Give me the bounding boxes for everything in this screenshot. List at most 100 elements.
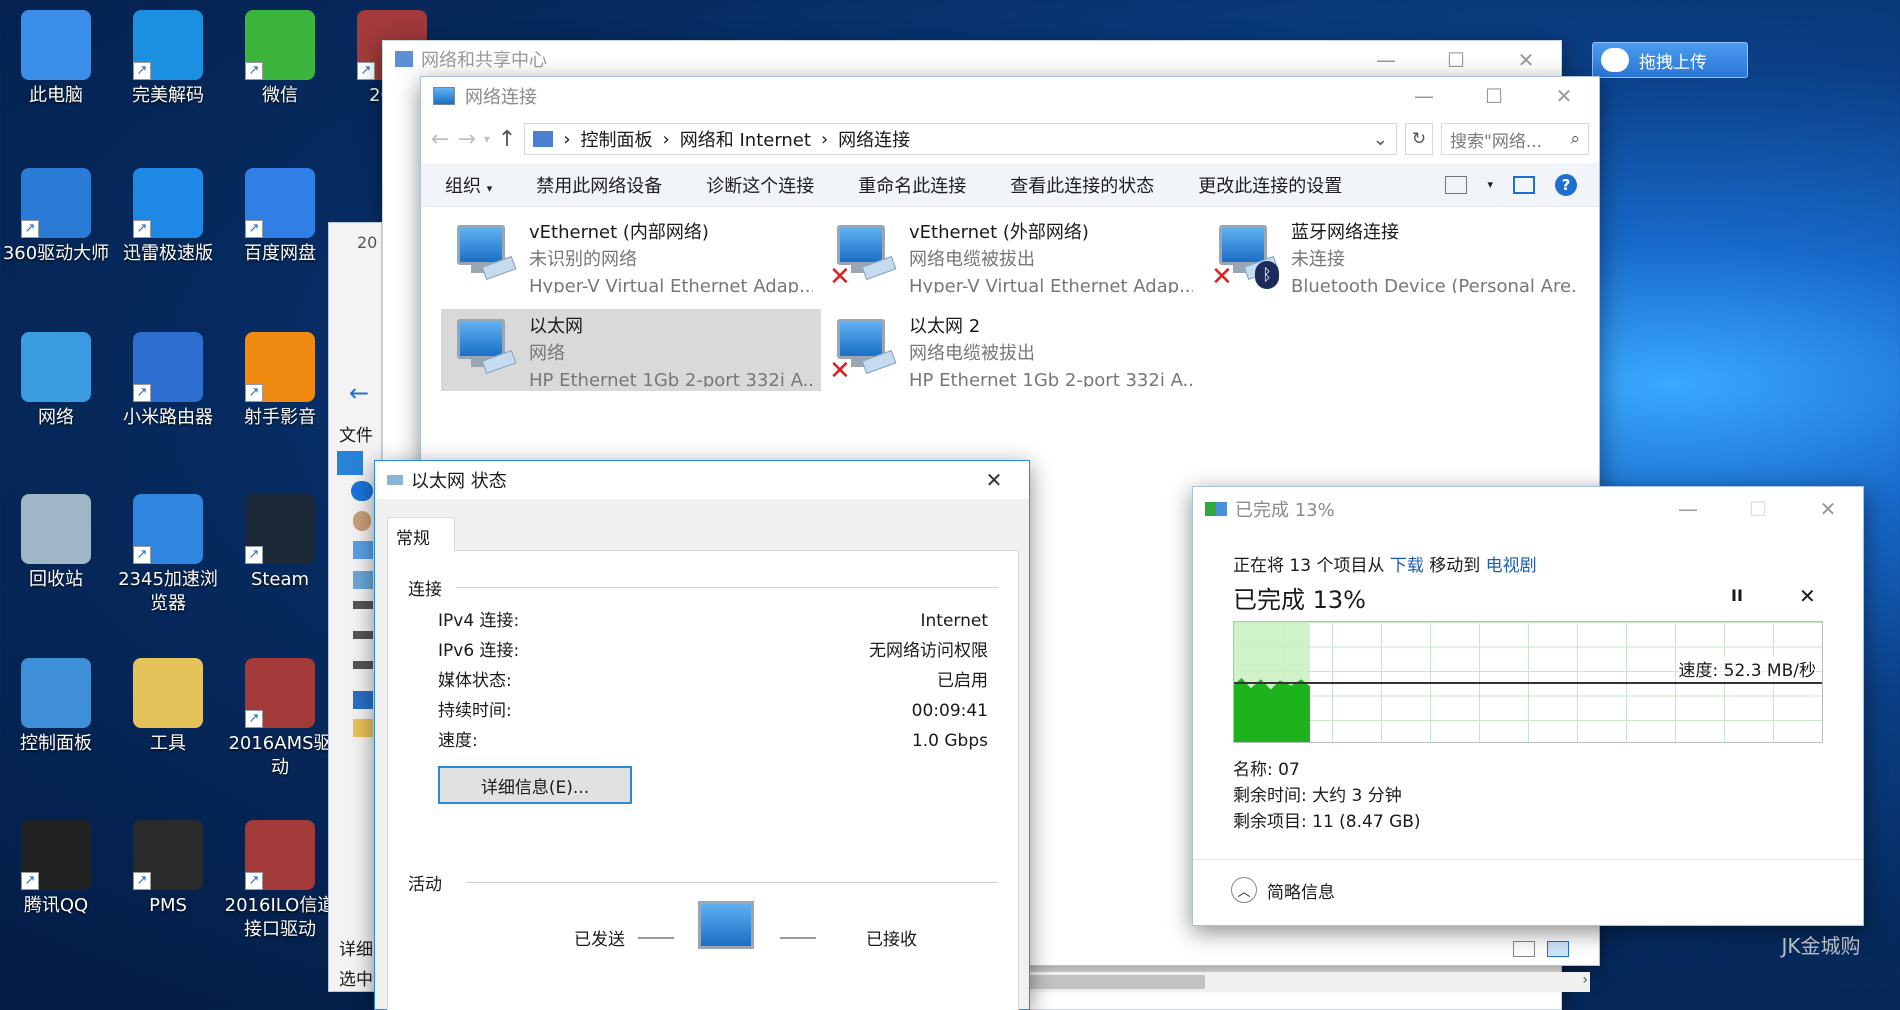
desktop-icon-winrar[interactable]: ↗ 2016ILO信道接口驱动: [224, 820, 336, 942]
status-row-label: IPv4 连接:: [438, 611, 520, 631]
diagnose-connection-button[interactable]: 诊断这个连接: [706, 172, 814, 198]
address-dropdown-chevron-icon[interactable]: ⌄: [1373, 129, 1388, 150]
connection-item[interactable]: vEthernet (内部网络) 未识别的网络 Hyper-V Virtual Et…: [441, 215, 821, 297]
selected-items-label: 选中: [339, 970, 373, 990]
back-arrow-icon[interactable]: ←: [431, 127, 449, 152]
drag-upload-button[interactable]: 拖拽上传: [1592, 42, 1748, 78]
desktop-icon-control-panel[interactable]: 控制面板: [0, 658, 112, 756]
maximize-button[interactable]: ☐: [1459, 77, 1529, 115]
help-icon[interactable]: ?: [1555, 173, 1577, 196]
speed-line: [1234, 682, 1822, 684]
folder-icon[interactable]: [353, 719, 373, 737]
activity-section-label: 活动: [408, 875, 442, 895]
close-button[interactable]: ✕: [1491, 41, 1561, 79]
close-button[interactable]: ✕: [959, 461, 1029, 499]
tab-general[interactable]: 常规: [387, 517, 455, 551]
connection-item[interactable]: 以太网 网络 HP Ethernet 1Gb 2-port 332i A...: [441, 309, 821, 391]
connection-name: 蓝牙网络连接: [1291, 222, 1399, 243]
preview-pane-icon[interactable]: [1513, 175, 1535, 194]
connection-item[interactable]: ✕ vEthernet (外部网络) 网络电缆被拔出 Hyper-V Virtual …: [821, 215, 1201, 297]
folder-icon: [133, 658, 203, 728]
chevron-down-icon[interactable]: ▾: [1487, 178, 1493, 191]
received-label: 已接收: [866, 930, 917, 950]
pause-icon[interactable]: II: [1731, 586, 1743, 605]
organize-menu[interactable]: 组织 ▾: [445, 172, 492, 198]
address-bar[interactable]: › 控制面板 › 网络和 Internet › 网络连接 ⌄: [524, 123, 1397, 155]
connection-item[interactable]: ✕ ᛒ 蓝牙网络连接 未连接 Bluetooth Device (Personal Ar…: [1203, 215, 1583, 297]
desktop-icon-label: 小米路由器: [123, 407, 213, 428]
maximize-button[interactable]: ☐: [1723, 487, 1793, 531]
network-icon[interactable]: [353, 691, 373, 709]
drive-icon[interactable]: [353, 631, 373, 639]
libraries-icon[interactable]: [353, 571, 373, 589]
network-icon: [395, 51, 413, 67]
scrollbar-thumb[interactable]: [1030, 975, 1205, 989]
minimize-button[interactable]: —: [1351, 41, 1421, 79]
desktop-icon-wechat[interactable]: ↗ 微信: [224, 10, 336, 108]
forward-arrow-icon[interactable]: →: [457, 127, 475, 152]
status-row-value: 00:09:41: [911, 701, 988, 721]
file-menu[interactable]: 文件: [339, 421, 373, 446]
desktop-icon-wifi-router[interactable]: ↗ 小米路由器: [112, 332, 224, 430]
desktop-icon-shooter-player[interactable]: ↗ 射手影音: [224, 332, 336, 430]
desktop-icon-recycle-bin[interactable]: 回收站: [0, 494, 112, 592]
desktop-icon-thunder-bird[interactable]: ↗ 迅雷极速版: [112, 168, 224, 266]
connection-status: 网络电缆被拔出: [909, 343, 1035, 364]
shortcut-arrow-icon: ↗: [245, 384, 263, 402]
details-view-icon[interactable]: [1513, 941, 1535, 957]
desktop-icon-computer[interactable]: 此电脑: [0, 10, 112, 108]
desktop-icon-camera-lens[interactable]: ↗ PMS: [112, 820, 224, 918]
shortcut-arrow-icon: ↗: [245, 220, 263, 238]
minimize-button[interactable]: —: [1389, 77, 1459, 115]
network-adapter-icon: ✕: [829, 313, 899, 384]
desktop-icon-folder[interactable]: 工具: [112, 658, 224, 756]
destination-folder-link[interactable]: 电视剧: [1486, 556, 1537, 576]
breadcrumb-control-panel[interactable]: 控制面板: [581, 126, 653, 152]
desktop-icon-winrar[interactable]: ↗ 2016AMS驱动: [224, 658, 336, 780]
drive-icon[interactable]: [353, 661, 373, 669]
user-icon[interactable]: [353, 511, 371, 531]
search-input[interactable]: 搜索"网络... ⌕: [1441, 123, 1589, 155]
refresh-icon[interactable]: ↻: [1405, 123, 1433, 155]
desktop-icon-cloud[interactable]: ↗ 百度网盘: [224, 168, 336, 266]
ethernet-icon: [387, 475, 403, 485]
horizontal-scrollbar[interactable]: ›: [1030, 972, 1590, 992]
less-details-toggle[interactable]: ︿ 简略信息: [1231, 877, 1335, 903]
disable-device-button[interactable]: 禁用此网络设备: [536, 172, 662, 198]
network-adapter-icon: ✕: [829, 219, 899, 290]
desktop-icon-qq-penguin[interactable]: ↗ 腾讯QQ: [0, 820, 112, 918]
breadcrumb-separator: ›: [820, 128, 829, 150]
back-arrow-icon[interactable]: ←: [349, 379, 369, 407]
source-folder-link[interactable]: 下载: [1390, 556, 1424, 576]
close-button[interactable]: ✕: [1793, 487, 1863, 531]
desktop-icon-network-globe[interactable]: 网络: [0, 332, 112, 430]
cancel-icon[interactable]: ✕: [1799, 584, 1816, 608]
view-status-button[interactable]: 查看此连接的状态: [1010, 172, 1154, 198]
desktop-icon-browser-e[interactable]: ↗ 2345加速浏览器: [112, 494, 224, 616]
change-settings-button[interactable]: 更改此连接的设置: [1198, 172, 1342, 198]
desktop-icon-player[interactable]: ↗ 完美解码: [112, 10, 224, 108]
close-button[interactable]: ✕: [1529, 77, 1599, 115]
window-title-fragment: 20: [357, 233, 378, 252]
scroll-right-arrow[interactable]: ›: [1582, 972, 1588, 988]
status-row-label: 速度:: [438, 731, 478, 751]
recent-chevron-down-icon[interactable]: ▾: [484, 132, 490, 146]
desktop-icon-label: 360驱动大师: [2, 243, 110, 264]
breadcrumb-network-internet[interactable]: 网络和 Internet: [680, 126, 811, 152]
onedrive-icon[interactable]: [351, 481, 373, 501]
large-icons-view-icon[interactable]: [1547, 941, 1569, 957]
desktop-icon[interactable]: [337, 451, 363, 475]
drive-icon[interactable]: [353, 601, 373, 609]
minimize-button[interactable]: —: [1653, 487, 1723, 531]
breadcrumb-network-connections[interactable]: 网络连接: [838, 126, 910, 152]
maximize-button[interactable]: ☐: [1421, 41, 1491, 79]
details-button[interactable]: 详细信息(E)...: [438, 766, 632, 804]
pc-icon[interactable]: [353, 541, 373, 559]
connection-item[interactable]: ✕ 以太网 2 网络电缆被拔出 HP Ethernet 1Gb 2-port 332i…: [821, 309, 1201, 391]
wifi-router-icon: ↗: [133, 332, 203, 402]
desktop-icon-steam[interactable]: ↗ Steam: [224, 494, 336, 592]
desktop-icon-gear-shield[interactable]: ↗ 360驱动大师: [0, 168, 112, 266]
view-options-icon[interactable]: [1445, 175, 1468, 194]
up-arrow-icon[interactable]: ↑: [498, 127, 516, 152]
rename-connection-button[interactable]: 重命名此连接: [858, 172, 966, 198]
